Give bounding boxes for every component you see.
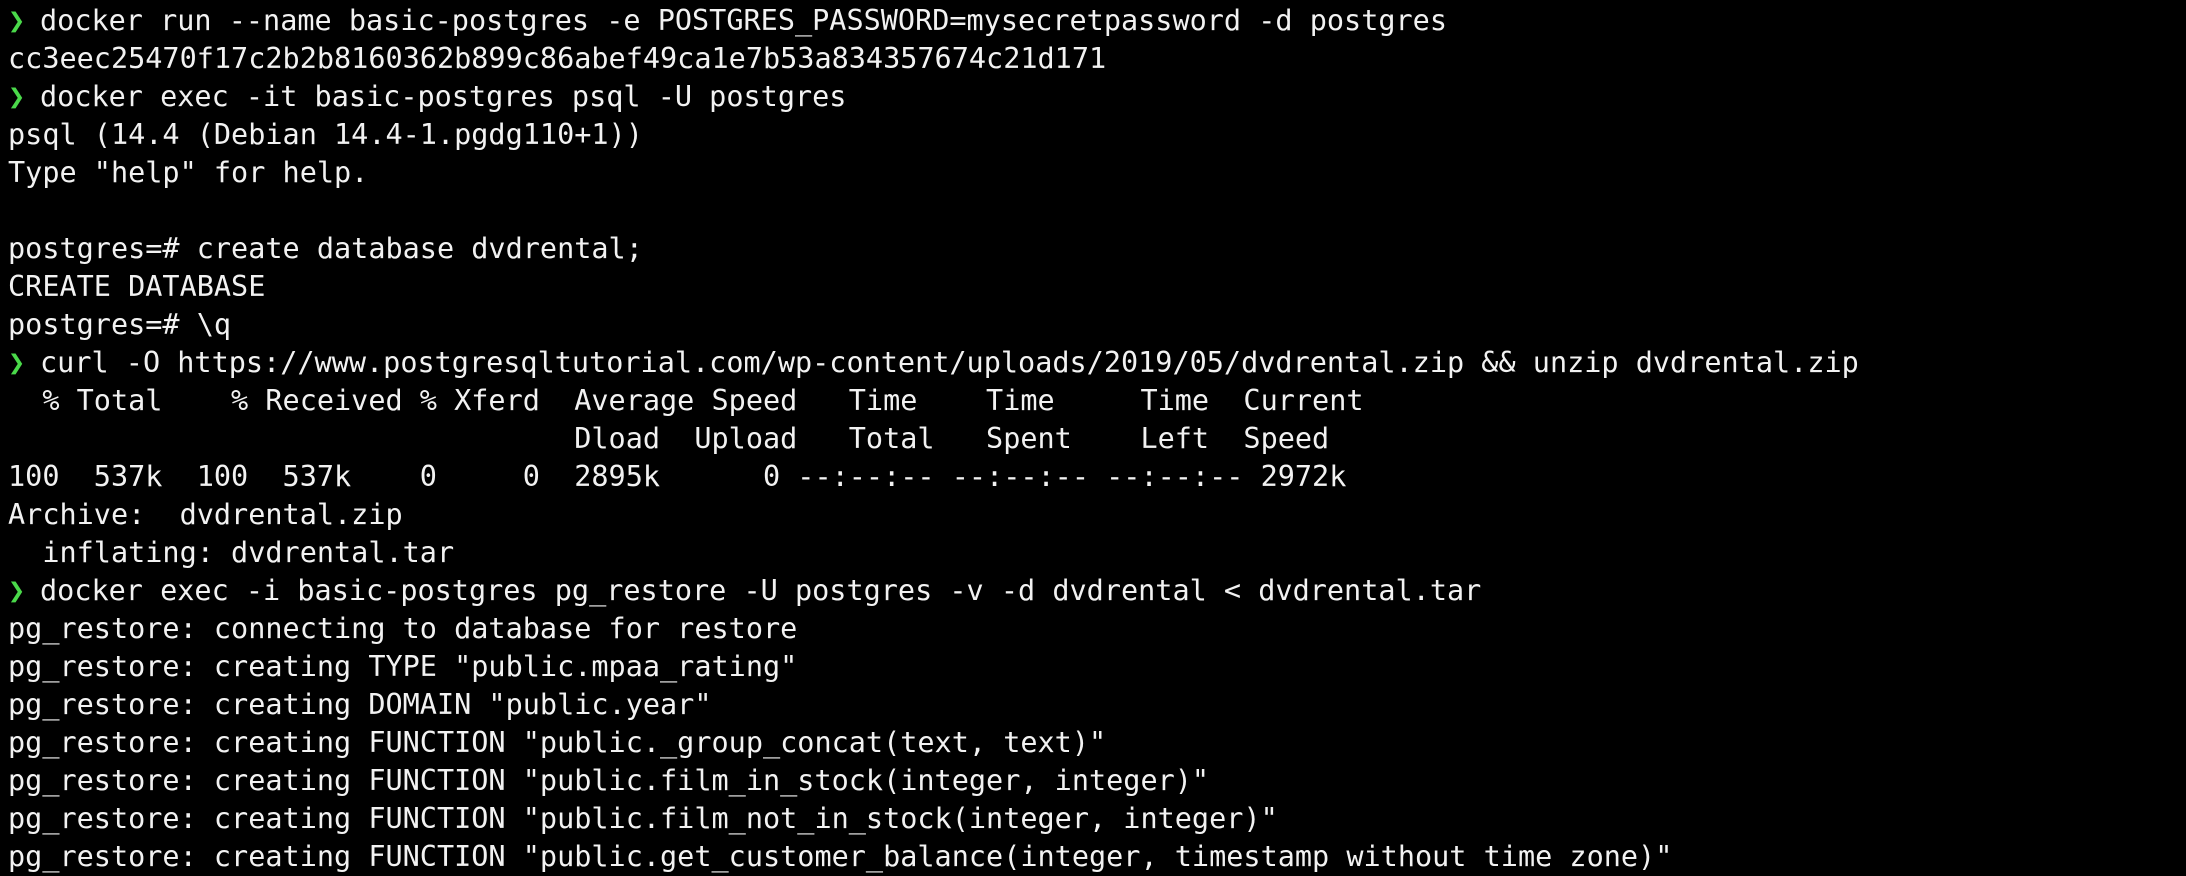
output-text: pg_restore: creating TYPE "public.mpaa_r… (8, 650, 798, 683)
output-line: psql (14.4 (Debian 14.4-1.pgdg110+1)) (8, 116, 2186, 154)
output-text: inflating: dvdrental.tar (8, 536, 455, 569)
output-line: % Total % Received % Xferd Average Speed… (8, 382, 2186, 420)
output-line: pg_restore: connecting to database for r… (8, 610, 2186, 648)
output-text: pg_restore: creating FUNCTION "public.ge… (8, 840, 1673, 873)
output-text: postgres=# \q (8, 308, 232, 341)
command-line: ❯ docker exec -i basic-postgres pg_restor… (8, 572, 2186, 610)
output-line: pg_restore: creating TYPE "public.mpaa_r… (8, 648, 2186, 686)
output-text: cc3eec25470f17c2b2b8160362b899c86abef49c… (8, 42, 1107, 75)
output-text: CREATE DATABASE (8, 270, 266, 303)
command-text: docker run --name basic-postgres -e POST… (40, 4, 1447, 37)
output-text: Type "help" for help. (8, 156, 369, 189)
output-line: pg_restore: creating FUNCTION "public.fi… (8, 762, 2186, 800)
output-text: postgres=# create database dvdrental; (8, 232, 643, 265)
output-text: 100 537k 100 537k 0 0 2895k 0 --:--:-- -… (8, 460, 1347, 493)
output-line: postgres=# create database dvdrental; (8, 230, 2186, 268)
output-text: % Total % Received % Xferd Average Speed… (8, 384, 1364, 417)
output-line: inflating: dvdrental.tar (8, 534, 2186, 572)
output-line: postgres=# \q (8, 306, 2186, 344)
chevron-right-icon: ❯ (8, 346, 26, 379)
terminal-window[interactable]: ❯ docker run --name basic-postgres -e POS… (0, 0, 2186, 876)
command-line: ❯ docker exec -it basic-postgres psql -U … (8, 78, 2186, 116)
output-line: pg_restore: creating FUNCTION "public.fi… (8, 800, 2186, 838)
output-line: CREATE DATABASE (8, 268, 2186, 306)
output-text: psql (14.4 (Debian 14.4-1.pgdg110+1)) (8, 118, 643, 151)
output-line: cc3eec25470f17c2b2b8160362b899c86abef49c… (8, 40, 2186, 78)
command-line: ❯ docker run --name basic-postgres -e POS… (8, 2, 2186, 40)
output-line: Type "help" for help. (8, 154, 2186, 192)
output-text: pg_restore: creating FUNCTION "public.fi… (8, 802, 1278, 835)
output-line: pg_restore: creating FUNCTION "public.ge… (8, 838, 2186, 876)
command-line: ❯ curl -O https://www.postgresqltutorial.… (8, 344, 2186, 382)
output-text: pg_restore: connecting to database for r… (8, 612, 798, 645)
output-text: pg_restore: creating FUNCTION "public.fi… (8, 764, 1210, 797)
output-line: Archive: dvdrental.zip (8, 496, 2186, 534)
output-line: pg_restore: creating FUNCTION "public._g… (8, 724, 2186, 762)
output-line: pg_restore: creating DOMAIN "public.year… (8, 686, 2186, 724)
command-text: docker exec -i basic-postgres pg_restore… (40, 574, 1482, 607)
output-text: pg_restore: creating DOMAIN "public.year… (8, 688, 712, 721)
chevron-right-icon: ❯ (8, 80, 26, 113)
output-text: pg_restore: creating FUNCTION "public._g… (8, 726, 1107, 759)
command-text: docker exec -it basic-postgres psql -U p… (40, 80, 847, 113)
output-line: 100 537k 100 537k 0 0 2895k 0 --:--:-- -… (8, 458, 2186, 496)
output-line: Dload Upload Total Spent Left Speed (8, 420, 2186, 458)
command-text: curl -O https://www.postgresqltutorial.c… (40, 346, 1859, 379)
output-text: Archive: dvdrental.zip (8, 498, 403, 531)
chevron-right-icon: ❯ (8, 4, 26, 37)
output-text: Dload Upload Total Spent Left Speed (8, 422, 1330, 455)
chevron-right-icon: ❯ (8, 574, 26, 607)
